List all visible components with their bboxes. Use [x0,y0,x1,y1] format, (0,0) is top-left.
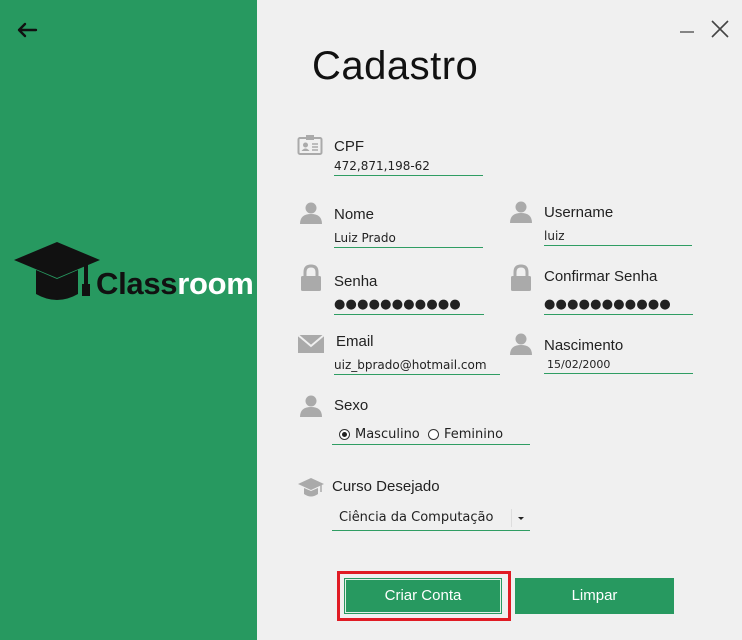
cpf-label: CPF [334,138,364,155]
email-label: Email [336,333,374,350]
email-field[interactable]: uiz_bprado@hotmail.com [334,356,500,375]
criar-conta-focus-border [345,579,501,613]
nome-field[interactable]: Luiz Prado [334,229,483,248]
page-title: Cadastro [312,44,479,88]
radio-masculino[interactable]: Masculino [339,425,420,443]
chevron-down-icon[interactable] [511,509,530,527]
arrow-left-icon[interactable] [14,18,40,42]
user-icon [299,201,323,230]
radio-masculino-label: Masculino [355,426,420,442]
graduation-cap-logo-icon [14,242,100,300]
confirmar-senha-field[interactable]: ●●●●●●●●●●● [544,296,693,315]
brand-class-text: Class [96,266,178,301]
limpar-button[interactable]: Limpar [515,578,674,614]
confirmar-senha-label: Confirmar Senha [544,268,658,285]
lock-icon [299,264,323,297]
curso-select-value: Ciência da Computação [339,510,494,525]
graduation-cap-icon [297,476,325,505]
sexo-radio-group: Masculino Feminino [332,424,530,445]
curso-select[interactable]: Ciência da Computação [332,506,530,531]
user-icon [509,200,533,229]
brand-room-text: room [177,266,254,301]
radio-feminino-label: Feminino [444,426,504,442]
curso-label: Curso Desejado [332,478,440,495]
senha-field[interactable]: ●●●●●●●●●●● [334,296,484,315]
radio-masculino-indicator[interactable] [339,428,350,440]
username-field[interactable]: luiz [544,227,692,246]
envelope-icon [297,333,325,360]
classroom-logo: Classroom [14,238,254,310]
user-icon [509,332,533,361]
nascimento-field[interactable]: 15/02/2000 [544,356,693,374]
criar-conta-button[interactable]: Criar Conta [344,578,502,614]
side-panel [0,0,257,640]
nome-label: Nome [334,206,375,223]
senha-label: Senha [334,273,378,290]
user-icon [299,394,323,423]
username-label: Username [544,204,614,221]
minimize-icon[interactable] [678,20,696,38]
nascimento-label: Nascimento [544,337,624,354]
lock-icon [509,264,533,297]
radio-feminino-indicator[interactable] [428,428,439,440]
limpar-label: Limpar [571,587,618,604]
cpf-field[interactable]: 472,871,198-62 [334,157,483,176]
radio-feminino[interactable]: Feminino [428,425,503,443]
id-card-icon [297,134,323,161]
close-icon[interactable] [709,18,731,40]
sexo-label: Sexo [334,397,369,414]
